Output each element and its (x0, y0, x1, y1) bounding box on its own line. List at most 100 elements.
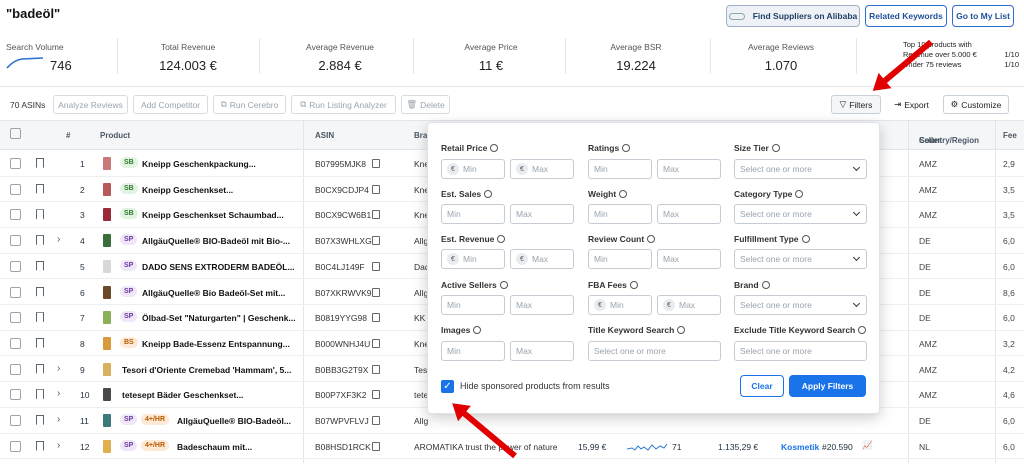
copy-icon[interactable] (372, 184, 380, 194)
bookmark-icon[interactable] (36, 260, 44, 271)
copy-icon[interactable] (372, 338, 380, 348)
bookmark-icon[interactable] (36, 235, 44, 246)
row-checkbox[interactable] (10, 235, 21, 247)
product-name[interactable]: tetesept Bäder Geschenkset... (122, 390, 295, 400)
related-keywords-button[interactable]: Related Keywords (865, 5, 947, 27)
weight-max-input[interactable]: Max (657, 204, 721, 224)
chevron-right-icon[interactable]: › (57, 414, 60, 425)
add-competitor-button[interactable]: Add Competitor (133, 95, 208, 114)
chart-icon[interactable]: 📈 (862, 440, 873, 451)
copy-icon[interactable] (372, 287, 380, 297)
bookmark-icon[interactable] (36, 337, 44, 348)
row-checkbox[interactable] (10, 312, 21, 324)
est-revenue-min-input[interactable]: € Min (441, 249, 505, 269)
product-name[interactable]: Badeschaum mit... (177, 442, 295, 452)
est-sales-max-input[interactable]: Max (510, 204, 574, 224)
active-sellers-max-input[interactable]: Max (510, 295, 574, 315)
product-thumbnail[interactable] (103, 259, 111, 273)
retail-price-min-input[interactable]: € Min (441, 159, 505, 179)
product-thumbnail[interactable] (103, 439, 111, 453)
copy-icon[interactable] (372, 364, 380, 374)
select-all-checkbox[interactable] (10, 128, 21, 139)
product-thumbnail[interactable] (103, 234, 111, 248)
product-thumbnail[interactable] (103, 362, 111, 376)
row-checkbox[interactable] (10, 183, 21, 195)
fba-fees-min-input[interactable]: € Min (588, 295, 652, 315)
product-name[interactable]: Kneipp Geschenkpackung... (142, 159, 295, 169)
product-thumbnail[interactable] (103, 285, 111, 299)
chevron-right-icon[interactable]: › (57, 440, 60, 451)
product-name[interactable]: Ölbad-Set "Naturgarten" | Geschenk... (142, 313, 295, 323)
filters-button[interactable]: ▽ Filters (831, 95, 881, 114)
col-product[interactable]: Product (100, 131, 130, 140)
bookmark-icon[interactable] (36, 312, 44, 323)
chevron-right-icon[interactable]: › (57, 234, 60, 245)
title-keyword-input[interactable]: Select one or more (588, 341, 721, 361)
exclude-title-keyword-input[interactable]: Select one or more (734, 341, 867, 361)
brand-select[interactable]: Select one or more (734, 295, 867, 315)
size-tier-select[interactable]: Select one or more (734, 159, 867, 179)
bookmark-icon[interactable] (36, 209, 44, 220)
export-button[interactable]: ⇥ Export (886, 95, 937, 114)
find-suppliers-button[interactable]: Find Suppliers on Alibaba (726, 5, 860, 27)
images-max-input[interactable]: Max (510, 341, 574, 361)
col-brand[interactable]: Bra (414, 131, 427, 140)
retail-price-max-input[interactable]: € Max (510, 159, 574, 179)
row-checkbox[interactable] (10, 260, 21, 272)
ratings-min-input[interactable]: Min (588, 159, 652, 179)
weight-min-input[interactable]: Min (588, 204, 652, 224)
product-name[interactable]: Kneipp Geschenkset... (142, 185, 295, 195)
copy-icon[interactable] (372, 261, 380, 271)
row-checkbox[interactable] (10, 158, 21, 169)
copy-icon[interactable] (372, 313, 380, 323)
product-name[interactable]: Kneipp Bade-Essenz Entspannung... (142, 339, 295, 349)
copy-icon[interactable] (372, 210, 380, 220)
product-name[interactable]: DADO SENS EXTRODERM BADEÖL... (142, 262, 295, 272)
est-revenue-max-input[interactable]: € Max (510, 249, 574, 269)
analyze-reviews-button[interactable]: Analyze Reviews (53, 95, 128, 114)
col-number[interactable]: # (66, 131, 70, 140)
customize-button[interactable]: ⚙ Customize (943, 95, 1009, 114)
product-name[interactable]: Tesori d'Oriente Cremebad 'Hammam', 5... (122, 365, 295, 375)
go-to-my-list-button[interactable]: Go to My List (952, 5, 1014, 27)
product-thumbnail[interactable] (103, 414, 111, 427)
row-checkbox[interactable] (10, 286, 21, 298)
bookmark-icon[interactable] (36, 440, 44, 451)
images-min-input[interactable]: Min (441, 341, 505, 361)
apply-filters-button[interactable]: Apply Filters (789, 375, 866, 397)
product-thumbnail[interactable] (103, 336, 111, 350)
chevron-right-icon[interactable]: › (57, 363, 60, 374)
row-checkbox[interactable] (10, 389, 21, 401)
run-listing-analyzer-button[interactable]: ⧉ Run Listing Analyzer (291, 95, 396, 114)
bookmark-icon[interactable] (36, 286, 44, 297)
run-cerebro-button[interactable]: ⧉ Run Cerebro (213, 95, 286, 114)
row-checkbox[interactable] (10, 337, 21, 349)
row-checkbox[interactable] (10, 440, 21, 452)
product-name[interactable]: AllgäuQuelle® BIO-Badeöl... (177, 416, 295, 426)
category-type-select[interactable]: Select one or more (734, 204, 867, 224)
product-thumbnail[interactable] (103, 157, 111, 170)
copy-icon[interactable] (372, 441, 380, 451)
col-asin[interactable]: ASIN (315, 131, 334, 140)
product-thumbnail[interactable] (103, 208, 111, 222)
copy-icon[interactable] (372, 236, 380, 246)
delete-button[interactable]: 🗑 Delete (401, 95, 450, 114)
ratings-max-input[interactable]: Max (657, 159, 721, 179)
col-fee[interactable]: Fee (1003, 131, 1017, 140)
est-sales-min-input[interactable]: Min (441, 204, 505, 224)
fba-fees-max-input[interactable]: € Max (657, 295, 721, 315)
product-name[interactable]: AllgäuQuelle® BIO-Badeöl mit Bio-... (142, 236, 295, 246)
bookmark-icon[interactable] (36, 389, 44, 400)
copy-icon[interactable] (372, 416, 380, 425)
product-thumbnail[interactable] (103, 182, 111, 196)
copy-icon[interactable] (372, 390, 380, 400)
product-thumbnail[interactable] (103, 388, 111, 402)
fulfillment-type-select[interactable]: Select one or more (734, 249, 867, 269)
copy-icon[interactable] (372, 159, 380, 168)
hide-sponsored-checkbox[interactable]: ✓ (441, 380, 454, 393)
row-category-link[interactable]: Kosmetik (781, 442, 819, 452)
row-checkbox[interactable] (10, 209, 21, 221)
review-count-min-input[interactable]: Min (588, 249, 652, 269)
product-name[interactable]: AllgäuQuelle® Bio Badeöl-Set mit... (142, 288, 295, 298)
clear-button[interactable]: Clear (740, 375, 784, 397)
